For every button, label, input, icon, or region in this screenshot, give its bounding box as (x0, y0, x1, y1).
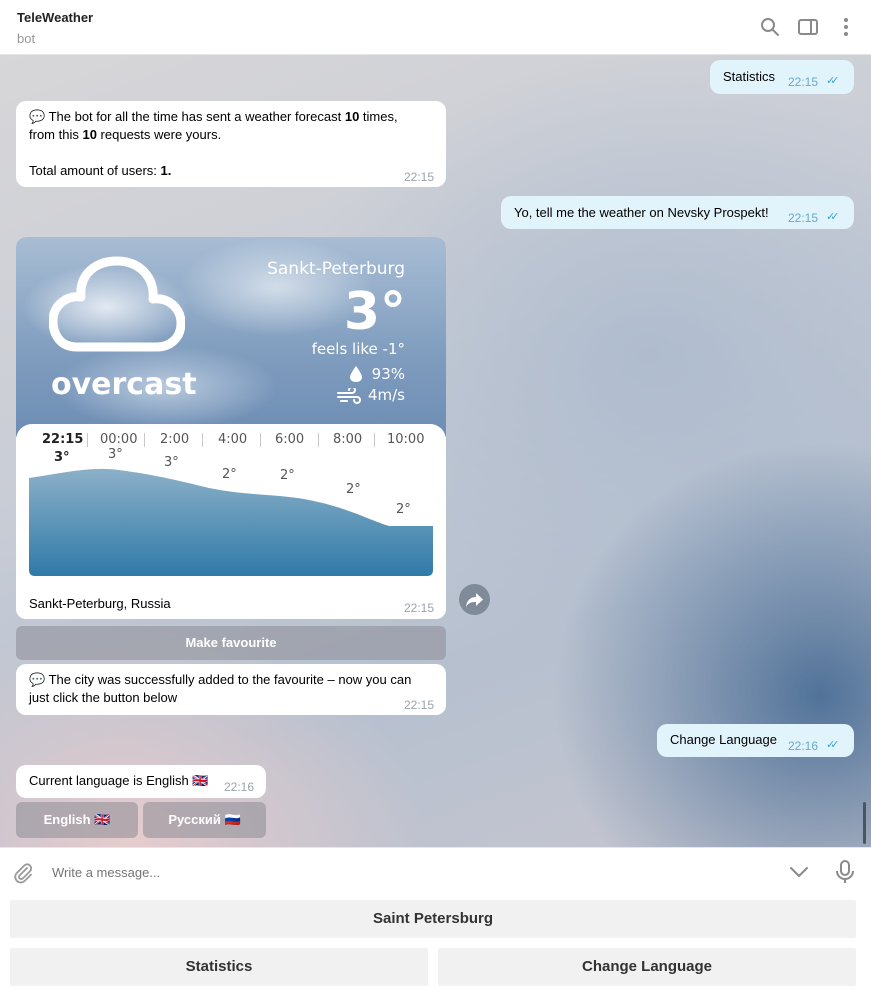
message-time: 22:15 (404, 601, 435, 615)
hour-label: 8:00 (333, 432, 363, 447)
share-button[interactable] (459, 584, 490, 615)
weather-feels-like: feels like -1° (311, 340, 405, 358)
hour-temperature: 3° (54, 450, 70, 465)
message-time: 22:15 (788, 75, 819, 89)
message-input[interactable] (44, 858, 764, 886)
outgoing-message[interactable]: Yo, tell me the weather on Nevsky Prospe… (501, 196, 854, 229)
message-text: Yo, tell me the weather on Nevsky Prospe… (514, 205, 769, 220)
hour-label: 4:00 (218, 432, 248, 447)
user-count: 1. (160, 163, 172, 178)
message-text: times, (359, 109, 398, 124)
message-time: 22:16 (224, 780, 255, 794)
attach-paperclip-icon[interactable] (11, 861, 35, 885)
chat-scrollbar[interactable] (863, 802, 866, 844)
wind-icon (337, 388, 361, 404)
message-text: The city was successfully added to the f… (48, 672, 412, 687)
message-text: The bot for all the time has sent a weat… (48, 109, 345, 124)
message-time: 22:15 (404, 170, 435, 184)
chat-header: TeleWeather bot (0, 0, 871, 55)
keyboard-button-change-language[interactable]: Change Language (438, 948, 856, 986)
message-count: 10 (344, 109, 360, 124)
speech-bubble-icon: 💬 (29, 109, 46, 124)
incoming-message[interactable]: 💬 The bot for all the time has sent a we… (16, 101, 446, 187)
message-text: Change Language (670, 732, 777, 747)
read-checks-icon: ✓✓ (826, 75, 840, 87)
sidebar-toggle-icon[interactable] (797, 16, 819, 38)
temperature-graph (29, 468, 433, 576)
weather-humidity: 93% (371, 365, 405, 383)
message-text: Statistics (723, 69, 776, 84)
make-favourite-button[interactable]: Make favourite (16, 626, 446, 660)
read-checks-icon: ✓✓ (826, 739, 840, 751)
weather-condition: overcast (51, 367, 197, 402)
chat-subtitle: bot (17, 31, 36, 46)
weather-wind: 4m/s (367, 386, 405, 404)
hour-temperature: 3° (108, 447, 123, 462)
message-text: requests were yours. (96, 127, 222, 142)
hour-label: 6:00 (275, 432, 305, 447)
incoming-message[interactable]: Current language is English 🇬🇧 22:16 (16, 765, 266, 798)
chat-title[interactable]: TeleWeather (17, 10, 93, 25)
message-text: Total amount of users: (29, 163, 161, 178)
chat-history[interactable]: Statistics 22:15 ✓✓ 💬 The bot for all th… (0, 55, 871, 847)
keyboard-button-statistics[interactable]: Statistics (10, 948, 428, 986)
message-time: 22:15 (404, 698, 435, 712)
humidity-drop-icon (350, 366, 362, 382)
share-arrow-icon (466, 593, 483, 607)
speech-bubble-icon: 💬 (29, 672, 46, 687)
outgoing-message[interactable]: Change Language 22:16 ✓✓ (657, 724, 854, 757)
more-options-icon[interactable] (835, 16, 857, 38)
location-caption: Sankt-Peterburg, Russia (29, 596, 171, 611)
message-count: 10 (82, 127, 97, 142)
message-text: Current language is English 🇬🇧 (29, 773, 209, 788)
hour-label: 00:00 (100, 432, 138, 447)
weather-image: overcast Sankt-Peterburg 3° feels like -… (16, 237, 446, 437)
search-icon[interactable] (759, 16, 781, 38)
russian-language-button[interactable]: Русский 🇷🇺 (143, 802, 266, 838)
cloud-icon (49, 256, 185, 352)
incoming-message[interactable]: 💬 The city was successfully added to the… (16, 664, 446, 715)
message-time: 22:15 (788, 211, 819, 225)
chevron-down-icon[interactable] (788, 864, 810, 880)
english-language-button[interactable]: English 🇬🇧 (16, 802, 138, 838)
reply-keyboard: Saint Petersburg Statistics Change Langu… (0, 896, 871, 991)
outgoing-message[interactable]: Statistics 22:15 ✓✓ (710, 60, 854, 94)
hour-label: 10:00 (387, 432, 425, 447)
message-text: just click the button below (29, 690, 178, 705)
microphone-icon[interactable] (834, 859, 856, 885)
weather-card[interactable]: overcast Sankt-Peterburg 3° feels like -… (16, 237, 446, 619)
message-time: 22:16 (788, 739, 819, 753)
weather-city: Sankt-Peterburg (267, 259, 405, 279)
read-checks-icon: ✓✓ (826, 211, 840, 223)
weather-temperature: 3° (343, 282, 406, 342)
hour-label: 22:15 (42, 432, 84, 447)
hourly-forecast: 22:15 00:00 2:00 4:00 6:00 8:00 10:00 3°… (16, 424, 446, 584)
message-text: from this (29, 127, 83, 142)
message-composer (0, 847, 871, 896)
keyboard-button-saint-petersburg[interactable]: Saint Petersburg (10, 900, 856, 938)
hour-label: 2:00 (160, 432, 190, 447)
